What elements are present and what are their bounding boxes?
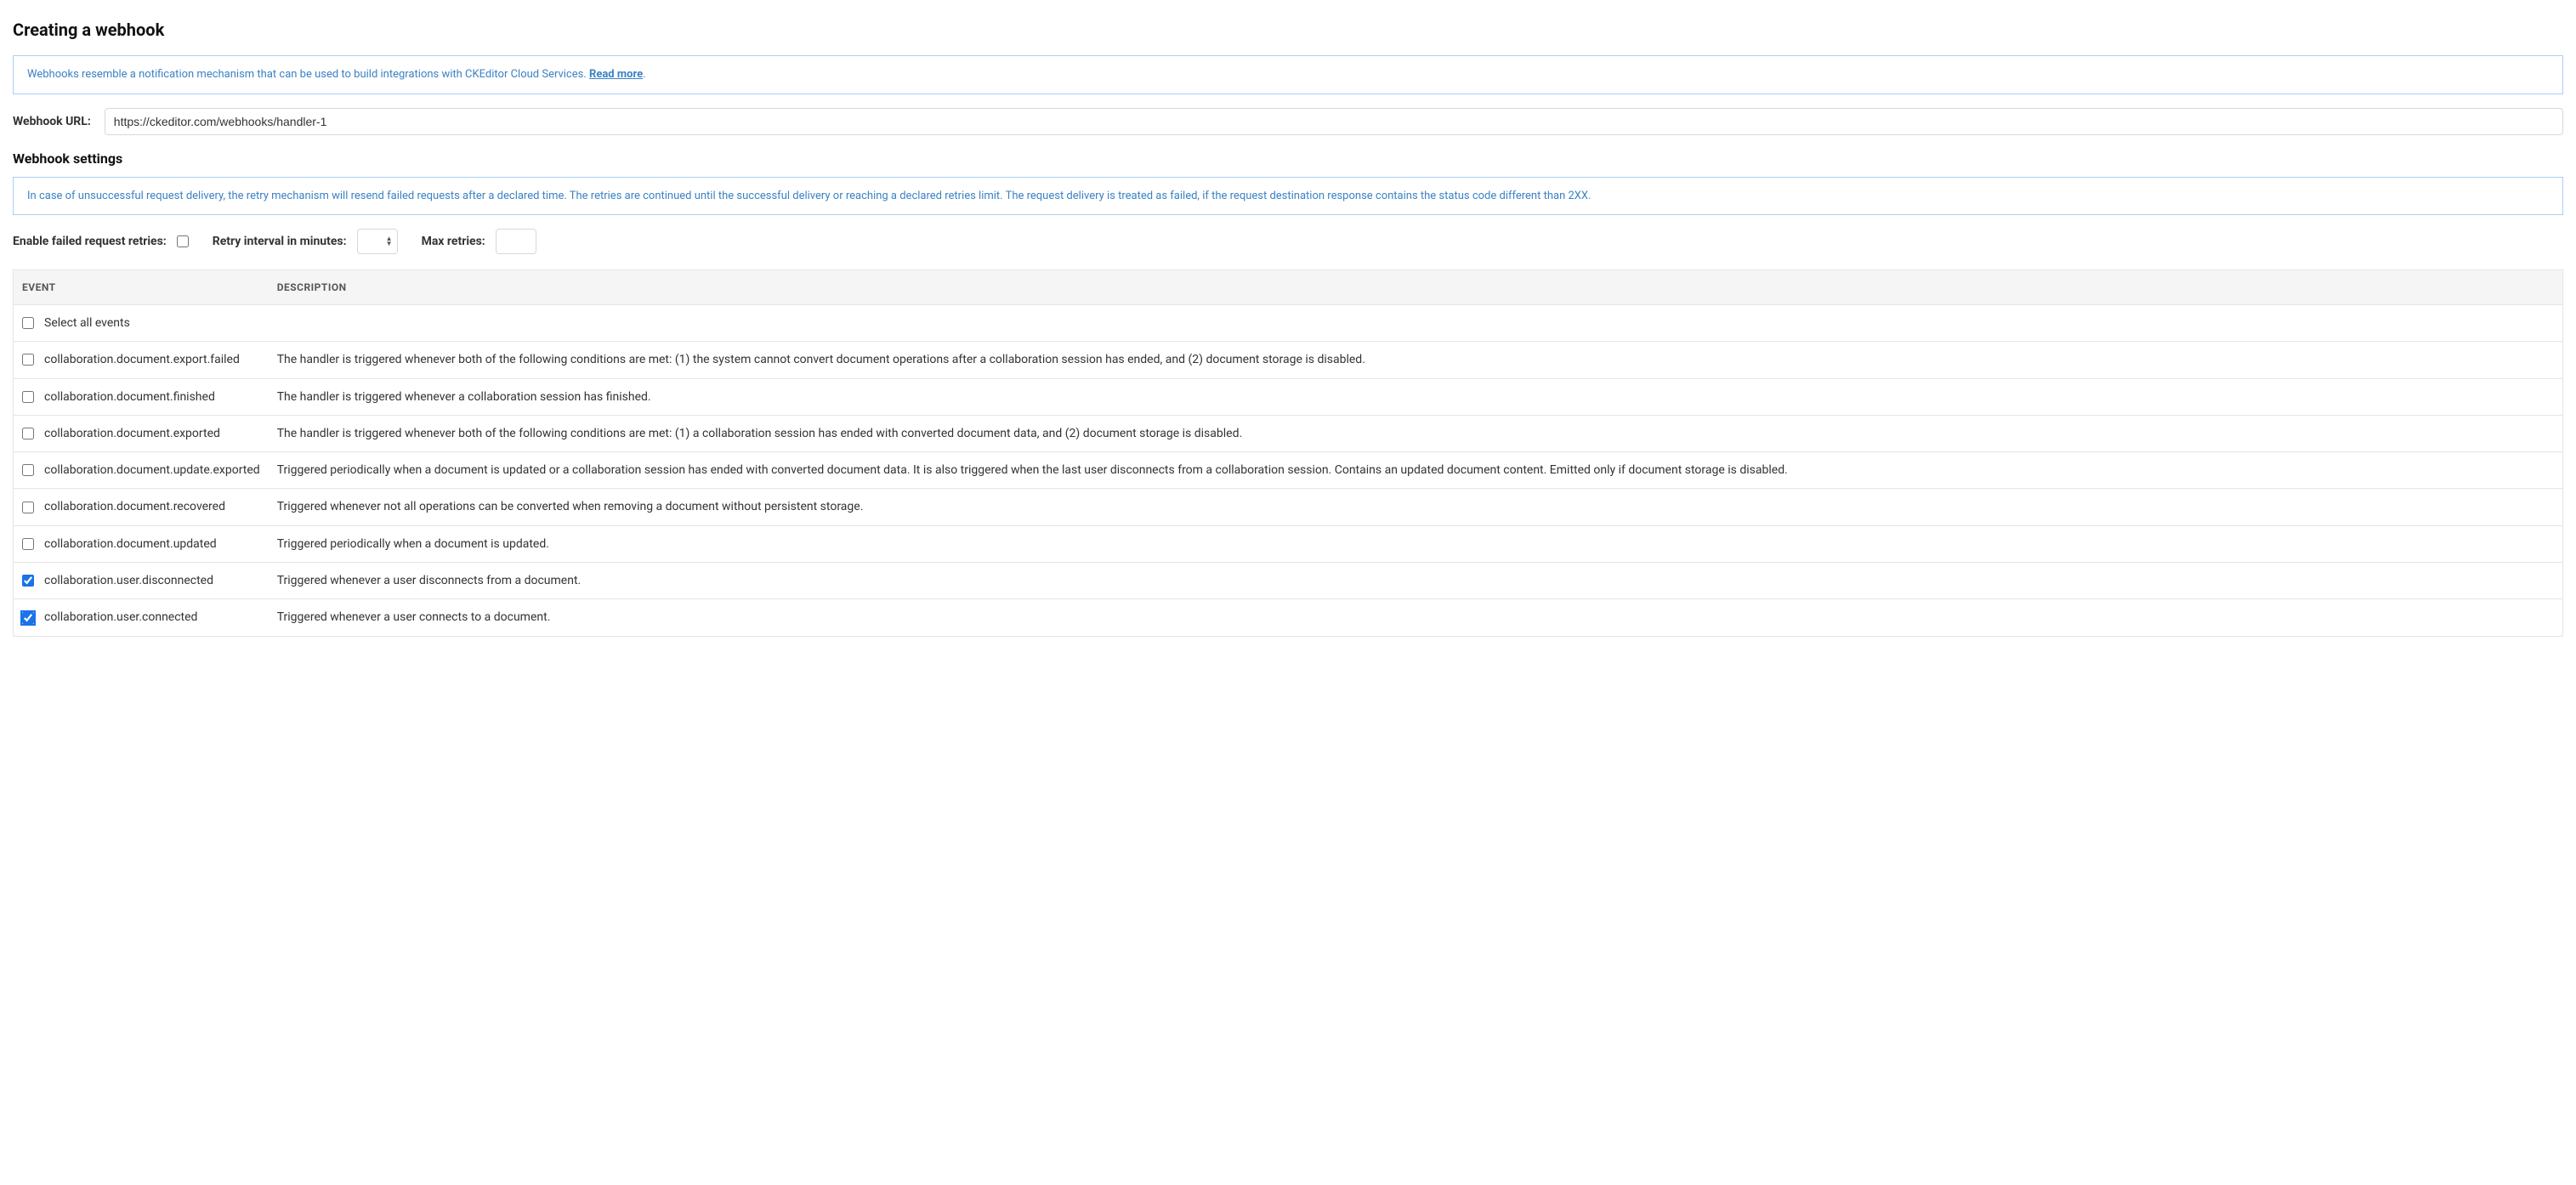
retry-interval-item: Retry interval in minutes: ▲▼ <box>213 229 398 254</box>
event-checkbox[interactable] <box>22 538 34 550</box>
event-name: collaboration.document.update.exported <box>44 462 260 479</box>
max-retries-label: Max retries: <box>422 235 485 248</box>
event-name: collaboration.document.recovered <box>44 498 225 515</box>
table-row: collaboration.document.update.exported Tr… <box>14 452 2563 489</box>
event-description: Triggered whenever a user connects to a … <box>269 599 2563 636</box>
info-box-webhooks-intro: Webhooks resemble a notification mechani… <box>13 55 2563 94</box>
select-all-label: Select all events <box>44 315 130 332</box>
event-name: collaboration.user.connected <box>44 609 197 626</box>
info-box-text: Webhooks resemble a notification mechani… <box>27 68 589 81</box>
events-table: EVENT DESCRIPTION Select all events coll… <box>13 269 2563 637</box>
event-checkbox[interactable] <box>22 502 34 513</box>
retry-interval-input[interactable] <box>357 229 398 254</box>
webhook-url-row: Webhook URL: <box>13 108 2563 135</box>
enable-retries-checkbox[interactable] <box>177 235 189 247</box>
table-row: collaboration.user.connected Triggered wh… <box>14 599 2563 636</box>
table-row: collaboration.document.recovered Triggere… <box>14 489 2563 525</box>
event-description: Triggered periodically when a document i… <box>269 452 2563 489</box>
event-checkbox[interactable] <box>22 575 34 587</box>
event-checkbox[interactable] <box>22 391 34 403</box>
event-description: Triggered whenever a user disconnects fr… <box>269 563 2563 599</box>
event-name: collaboration.document.exported <box>44 425 220 442</box>
event-description: Triggered whenever not all operations ca… <box>269 489 2563 525</box>
event-checkbox[interactable] <box>22 428 34 439</box>
event-description: The handler is triggered whenever a coll… <box>269 378 2563 415</box>
event-name: collaboration.document.export.failed <box>44 351 240 368</box>
table-row: collaboration.user.disconnected Triggered… <box>14 563 2563 599</box>
max-retries-input[interactable] <box>496 229 536 254</box>
webhook-url-label: Webhook URL: <box>13 115 91 128</box>
info-box-suffix: . <box>643 68 645 81</box>
webhook-url-input[interactable] <box>105 108 2563 135</box>
event-name: collaboration.document.updated <box>44 536 217 553</box>
table-row: collaboration.document.finished The handl… <box>14 378 2563 415</box>
event-checkbox[interactable] <box>22 354 34 366</box>
select-all-checkbox[interactable] <box>22 317 34 329</box>
page-title: Creating a webhook <box>13 20 2563 40</box>
max-retries-item: Max retries: <box>422 229 536 254</box>
event-checkbox[interactable] <box>22 464 34 476</box>
enable-retries-item: Enable failed request retries: <box>13 235 189 248</box>
info-box-retry-text: In case of unsuccessful request delivery… <box>27 190 1592 202</box>
table-row: collaboration.document.export.failed The … <box>14 342 2563 378</box>
retry-settings-row: Enable failed request retries: Retry int… <box>13 229 2563 254</box>
table-row-select-all: Select all events <box>14 305 2563 342</box>
enable-retries-label: Enable failed request retries: <box>13 235 167 248</box>
event-name: collaboration.document.finished <box>44 388 215 405</box>
event-name: collaboration.user.disconnected <box>44 572 213 589</box>
table-row: collaboration.document.updated Triggered … <box>14 525 2563 562</box>
info-box-retry-explain: In case of unsuccessful request delivery… <box>13 177 2563 216</box>
table-header-event: EVENT <box>14 270 269 305</box>
read-more-link[interactable]: Read more <box>589 68 643 81</box>
event-description: The handler is triggered whenever both o… <box>269 415 2563 451</box>
retry-interval-label: Retry interval in minutes: <box>213 235 347 248</box>
table-header-description: DESCRIPTION <box>269 270 2563 305</box>
webhook-settings-heading: Webhook settings <box>13 150 2563 167</box>
event-description: The handler is triggered whenever both o… <box>269 342 2563 378</box>
event-description: Triggered periodically when a document i… <box>269 525 2563 562</box>
table-row: collaboration.document.exported The handl… <box>14 415 2563 451</box>
event-checkbox[interactable] <box>22 612 34 624</box>
